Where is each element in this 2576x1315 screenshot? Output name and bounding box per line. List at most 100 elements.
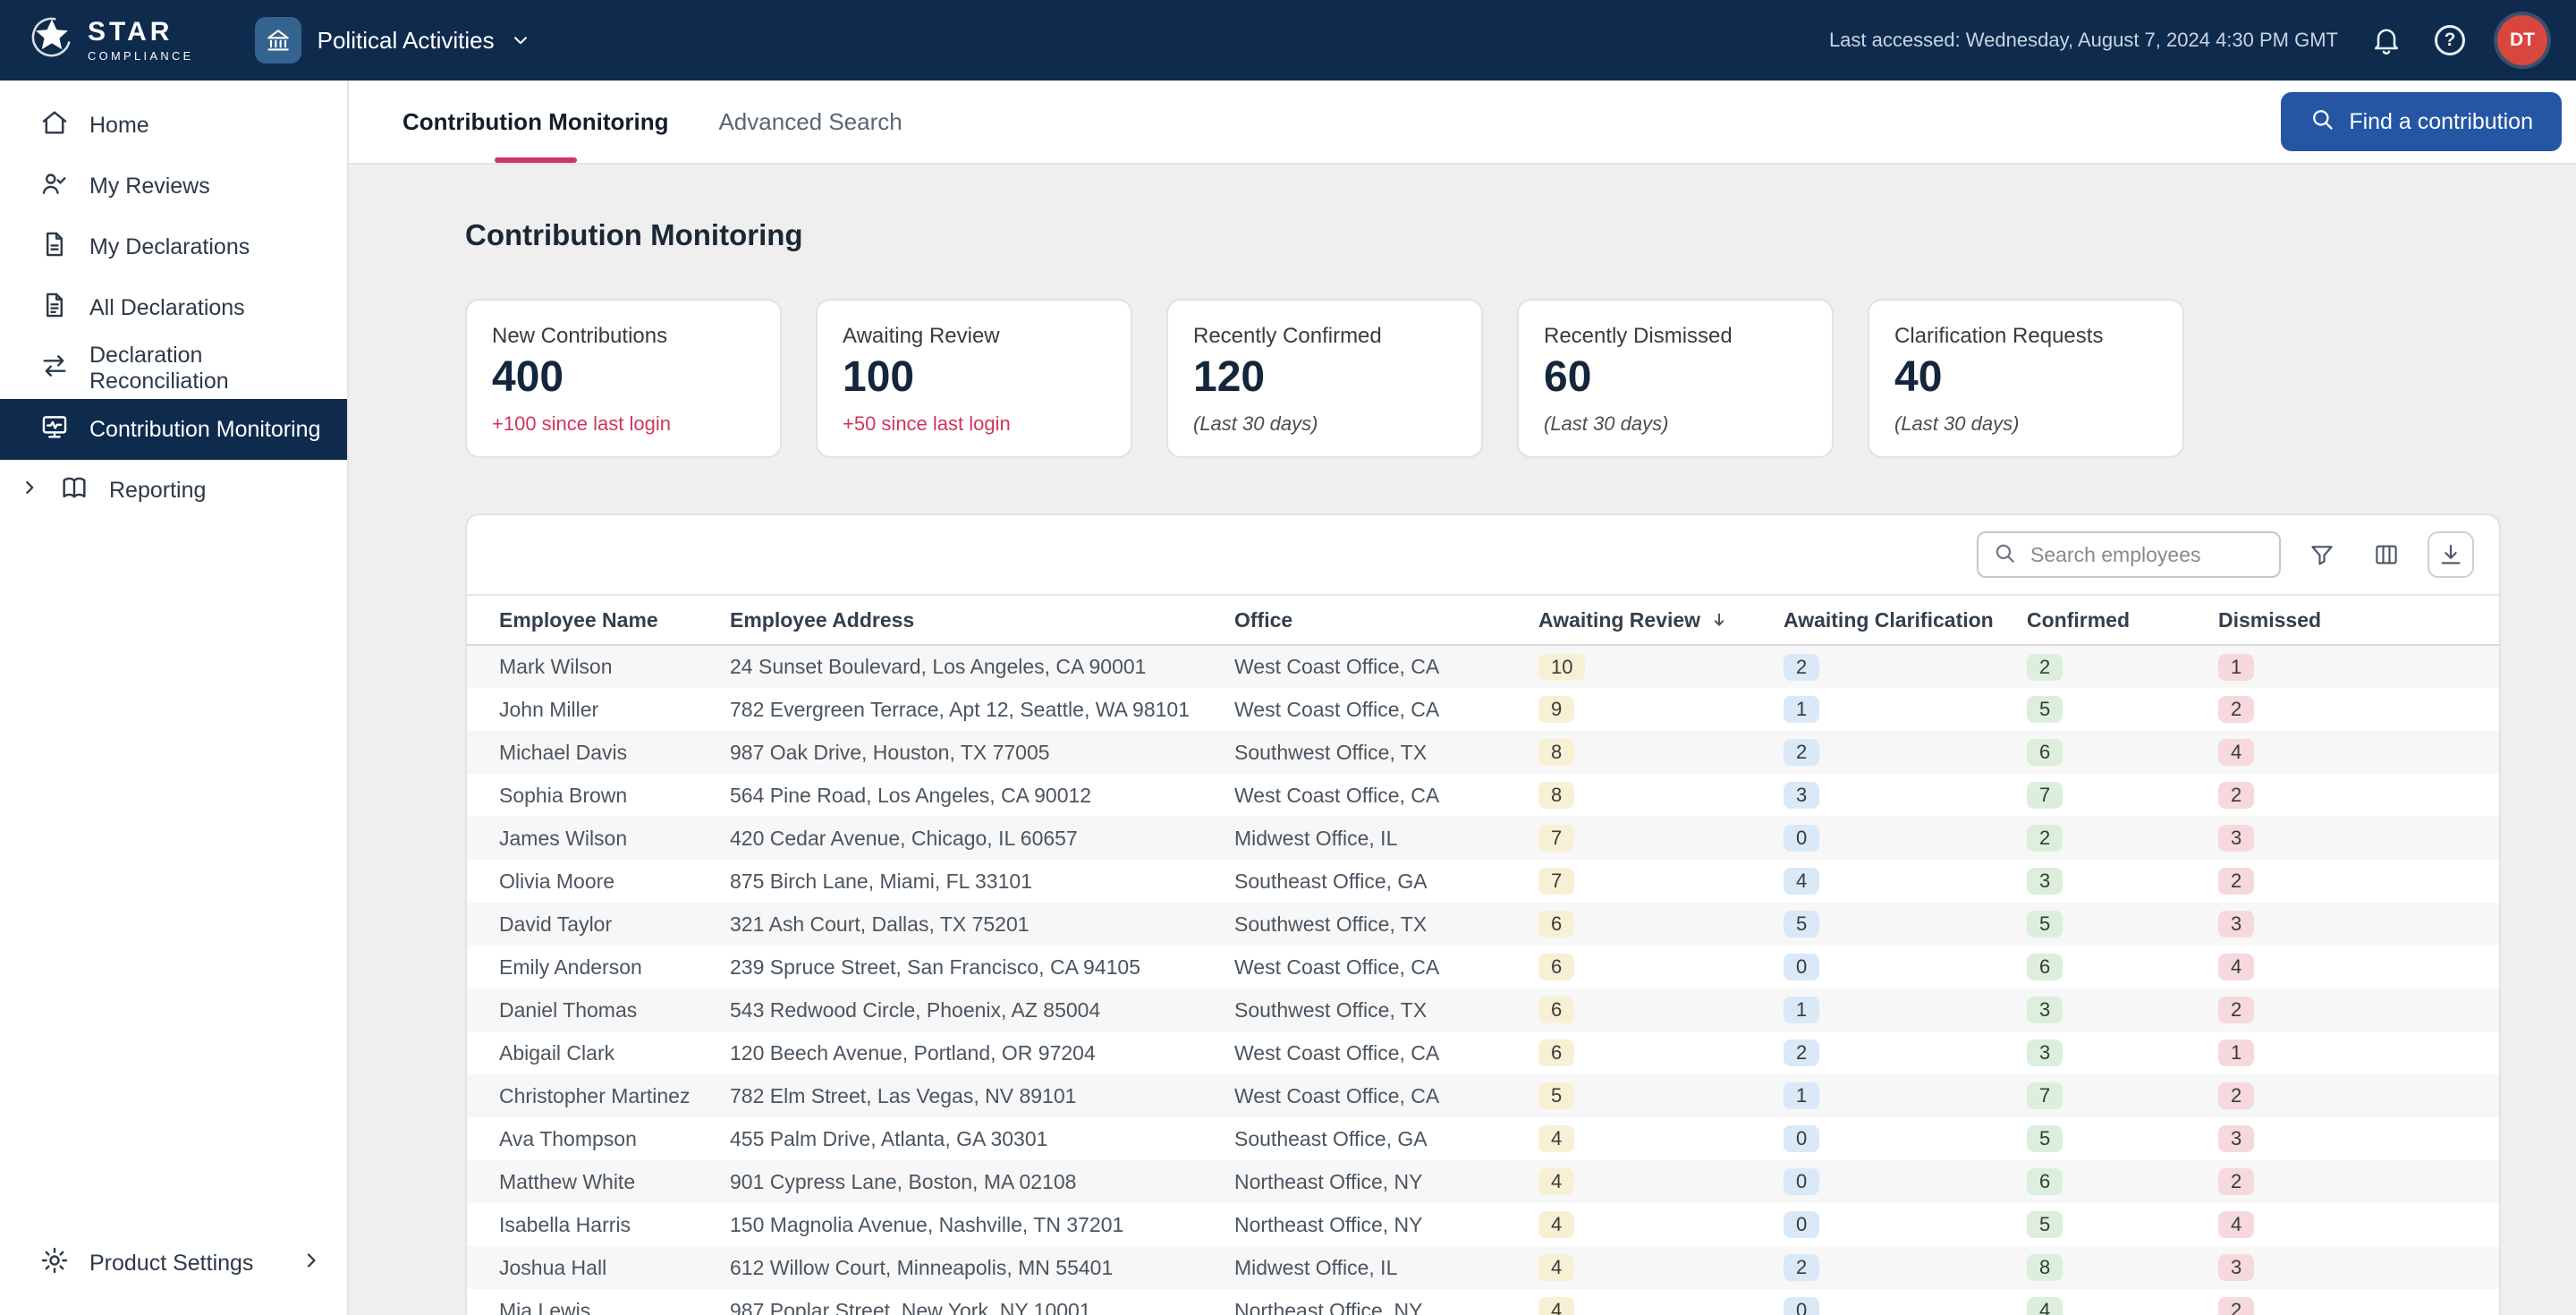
topbar-right: Last accessed: Wednesday, August 7, 2024… [1829, 15, 2547, 65]
avatar[interactable]: DT [2497, 15, 2547, 65]
cell-awaiting-clarification: 3 [1784, 774, 2027, 817]
sidebar-item-my-reviews[interactable]: My Reviews [0, 156, 347, 216]
column-label: Awaiting Review [1538, 608, 1700, 632]
sidebar-item-declaration-reconciliation[interactable]: Declaration Reconciliation [0, 338, 347, 399]
cell-awaiting-review: 8 [1538, 774, 1784, 817]
brand-title: STAR [88, 19, 194, 46]
table-row[interactable]: Joshua Hall612 Willow Court, Minneapolis… [467, 1246, 2499, 1289]
stat-label: Recently Confirmed [1193, 324, 1456, 349]
table-row[interactable]: Michael Davis987 Oak Drive, Houston, TX … [467, 731, 2499, 774]
search-employees-box[interactable] [1977, 531, 2281, 578]
column-header-employee-name[interactable]: Employee Name [467, 595, 730, 645]
gear-icon [39, 1245, 70, 1282]
cell-dismissed-badge: 2 [2218, 1297, 2254, 1315]
cell-employee-name: Joshua Hall [467, 1246, 730, 1289]
sidebar: Home My Reviews My Declarations All Decl… [0, 81, 349, 1315]
sidebar-item-reporting[interactable]: Reporting [0, 460, 347, 521]
table-header-row: Employee Name Employee Address Office Aw… [467, 595, 2499, 645]
column-header-dismissed[interactable]: Dismissed [2218, 595, 2499, 645]
cell-office: Southwest Office, TX [1234, 903, 1538, 946]
cell-employee-address: 24 Sunset Boulevard, Los Angeles, CA 900… [730, 645, 1234, 688]
columns-icon[interactable] [2363, 531, 2410, 578]
cell-confirmed: 6 [2027, 731, 2218, 774]
cell-dismissed-badge: 4 [2218, 1211, 2254, 1238]
column-label: Confirmed [2027, 608, 2130, 632]
column-header-office[interactable]: Office [1234, 595, 1538, 645]
cell-awaiting-clarification: 0 [1784, 1117, 2027, 1160]
cell-awaiting-review: 5 [1538, 1074, 1784, 1117]
table-row[interactable]: Ava Thompson455 Palm Drive, Atlanta, GA … [467, 1117, 2499, 1160]
download-icon[interactable] [2428, 531, 2474, 578]
tab-advanced-search[interactable]: Advanced Search [718, 81, 902, 163]
cell-confirmed-badge: 2 [2027, 654, 2063, 681]
cell-dismissed: 3 [2218, 817, 2499, 860]
search-employees-input[interactable] [2027, 541, 2265, 569]
help-icon[interactable]: ? [2435, 25, 2465, 55]
cell-dismissed: 4 [2218, 731, 2499, 774]
cell-awaiting-review-badge: 5 [1538, 1082, 1574, 1109]
cell-dismissed: 2 [2218, 774, 2499, 817]
cell-employee-address: 564 Pine Road, Los Angeles, CA 90012 [730, 774, 1234, 817]
sidebar-item-my-declarations[interactable]: My Declarations [0, 216, 347, 277]
bell-icon[interactable] [2370, 24, 2402, 56]
cell-office: Southeast Office, GA [1234, 1117, 1538, 1160]
cell-awaiting-review-badge: 9 [1538, 696, 1574, 723]
sidebar-item-home[interactable]: Home [0, 95, 347, 156]
cell-awaiting-clarification: 2 [1784, 1031, 2027, 1074]
cell-employee-name: Mia Lewis [467, 1289, 730, 1315]
sidebar-item-label: All Declarations [89, 295, 245, 321]
stat-value: 400 [492, 354, 755, 402]
table-row[interactable]: Isabella Harris150 Magnolia Avenue, Nash… [467, 1203, 2499, 1246]
table-row[interactable]: Mia Lewis987 Poplar Street, New York, NY… [467, 1289, 2499, 1315]
find-contribution-button[interactable]: Find a contribution [2281, 92, 2562, 151]
table-row[interactable]: Christopher Martinez782 Elm Street, Las … [467, 1074, 2499, 1117]
cell-awaiting-review-badge: 4 [1538, 1125, 1574, 1152]
sidebar-item-label: My Declarations [89, 234, 250, 260]
cell-office: Northeast Office, NY [1234, 1203, 1538, 1246]
sidebar-item-contribution-monitoring[interactable]: Contribution Monitoring [0, 399, 347, 460]
cell-confirmed-badge: 7 [2027, 782, 2063, 809]
table-row[interactable]: Olivia Moore875 Birch Lane, Miami, FL 33… [467, 860, 2499, 903]
filter-icon[interactable] [2299, 531, 2345, 578]
tab-contribution-monitoring[interactable]: Contribution Monitoring [402, 81, 668, 163]
search-icon [2309, 106, 2334, 138]
table-row[interactable]: Sophia Brown564 Pine Road, Los Angeles, … [467, 774, 2499, 817]
cell-confirmed: 6 [2027, 946, 2218, 988]
cell-awaiting-review-badge: 4 [1538, 1254, 1574, 1281]
cell-office: West Coast Office, CA [1234, 1074, 1538, 1117]
table-row[interactable]: Abigail Clark120 Beech Avenue, Portland,… [467, 1031, 2499, 1074]
stat-value: 40 [1894, 354, 2157, 402]
table-row[interactable]: James Wilson420 Cedar Avenue, Chicago, I… [467, 817, 2499, 860]
chevron-right-icon[interactable] [20, 478, 39, 504]
table-row[interactable]: Mark Wilson24 Sunset Boulevard, Los Ange… [467, 645, 2499, 688]
column-header-confirmed[interactable]: Confirmed [2027, 595, 2218, 645]
cell-awaiting-review-badge: 8 [1538, 782, 1574, 809]
cell-confirmed: 7 [2027, 774, 2218, 817]
table-row[interactable]: David Taylor321 Ash Court, Dallas, TX 75… [467, 903, 2499, 946]
column-label: Employee Address [730, 608, 914, 632]
tab-label: Contribution Monitoring [402, 108, 668, 136]
column-header-employee-address[interactable]: Employee Address [730, 595, 1234, 645]
cell-awaiting-review-badge: 6 [1538, 954, 1574, 980]
product-settings[interactable]: Product Settings [0, 1233, 347, 1294]
cell-awaiting-clarification-badge: 3 [1784, 782, 1819, 809]
table-row[interactable]: Daniel Thomas543 Redwood Circle, Phoenix… [467, 988, 2499, 1031]
cell-confirmed-badge: 2 [2027, 825, 2063, 852]
column-label: Office [1234, 608, 1292, 632]
cell-employee-address: 987 Poplar Street, New York, NY 10001 [730, 1289, 1234, 1315]
table-row[interactable]: John Miller782 Evergreen Terrace, Apt 12… [467, 688, 2499, 731]
column-header-awaiting-clarification[interactable]: Awaiting Clarification [1784, 595, 2027, 645]
app-menu-political-activities[interactable]: Political Activities [255, 17, 530, 64]
cell-confirmed-badge: 5 [2027, 911, 2063, 937]
cell-confirmed: 2 [2027, 817, 2218, 860]
cell-confirmed-badge: 6 [2027, 1168, 2063, 1195]
sidebar-item-label: Contribution Monitoring [89, 417, 320, 443]
column-header-awaiting-review[interactable]: Awaiting Review [1538, 595, 1784, 645]
sidebar-item-all-declarations[interactable]: All Declarations [0, 277, 347, 338]
document-list-icon [39, 290, 70, 327]
table-row[interactable]: Emily Anderson239 Spruce Street, San Fra… [467, 946, 2499, 988]
cell-confirmed: 5 [2027, 903, 2218, 946]
cell-confirmed: 7 [2027, 1074, 2218, 1117]
table-row[interactable]: Matthew White901 Cypress Lane, Boston, M… [467, 1160, 2499, 1203]
cell-awaiting-review: 7 [1538, 817, 1784, 860]
